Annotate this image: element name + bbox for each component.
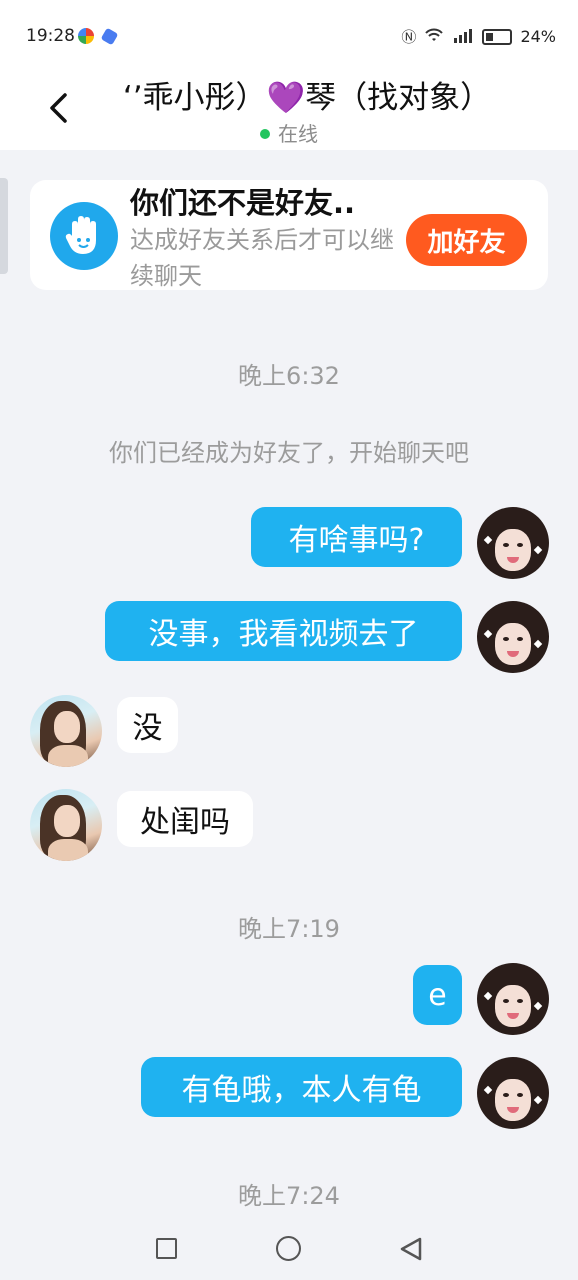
my-avatar[interactable] bbox=[477, 963, 549, 1035]
avatar-face bbox=[495, 985, 531, 1027]
system-message: 你们已经成为好友了，开始聊天吧 bbox=[109, 439, 469, 467]
battery-percent: 24% bbox=[520, 27, 556, 46]
message-bubble-outgoing[interactable]: 有啥事吗? bbox=[251, 507, 462, 567]
card-title: 你们还不是好友.. bbox=[130, 186, 356, 220]
timestamp: 晚上7:24 bbox=[238, 1182, 340, 1210]
message-bubble-incoming[interactable]: 没 bbox=[117, 697, 178, 753]
online-dot-icon bbox=[260, 129, 270, 139]
message-bubble-outgoing[interactable]: e bbox=[413, 965, 462, 1025]
avatar-face bbox=[495, 623, 531, 665]
my-avatar[interactable] bbox=[477, 601, 549, 673]
online-status-label: 在线 bbox=[278, 122, 318, 146]
signal-icon bbox=[452, 27, 474, 47]
card-description: 达成好友关系后才可以继续聊天 bbox=[130, 226, 394, 290]
wifi-icon bbox=[424, 27, 444, 47]
not-friends-card: 你们还不是好友.. 达成好友关系后才可以继续聊天 加好友 bbox=[30, 180, 548, 290]
battery-icon bbox=[482, 28, 513, 45]
contact-avatar[interactable] bbox=[30, 789, 102, 861]
nfc-icon: Ⓝ bbox=[401, 28, 417, 46]
add-friend-button[interactable]: 加好友 bbox=[406, 214, 527, 266]
home-icon[interactable] bbox=[276, 1236, 301, 1261]
message-bubble-outgoing[interactable]: 没事，我看视频去了 bbox=[105, 601, 462, 661]
status-right-group: Ⓝ 24% bbox=[401, 26, 556, 47]
timestamp: 晚上7:19 bbox=[238, 915, 340, 943]
system-nav-bar bbox=[0, 1216, 578, 1280]
side-drawer-handle[interactable] bbox=[0, 178, 8, 274]
message-bubble-incoming[interactable]: 处闺吗 bbox=[117, 791, 253, 847]
my-avatar[interactable] bbox=[477, 507, 549, 579]
chat-header: ‘’乖小彤）💜琴（找对象） 在线 bbox=[0, 72, 578, 150]
app-notification-icon-2 bbox=[100, 27, 119, 46]
message-bubble-outgoing[interactable]: 有龟哦，本人有龟 bbox=[141, 1057, 462, 1117]
contact-avatar[interactable] bbox=[30, 695, 102, 767]
avatar-face bbox=[495, 529, 531, 571]
timestamp: 晚上6:32 bbox=[238, 362, 340, 390]
avatar-face bbox=[495, 1079, 531, 1121]
status-bar: 19:28 Ⓝ 24% bbox=[0, 0, 578, 72]
recents-icon[interactable] bbox=[156, 1238, 177, 1259]
my-avatar[interactable] bbox=[477, 1057, 549, 1129]
wave-hand-icon bbox=[50, 202, 118, 270]
chat-title[interactable]: ‘’乖小彤）💜琴（找对象） bbox=[112, 72, 502, 117]
app-notification-icon bbox=[78, 28, 94, 44]
back-triangle-icon[interactable] bbox=[398, 1236, 424, 1262]
online-status: 在线 bbox=[0, 118, 578, 147]
status-time: 19:28 bbox=[26, 26, 75, 46]
